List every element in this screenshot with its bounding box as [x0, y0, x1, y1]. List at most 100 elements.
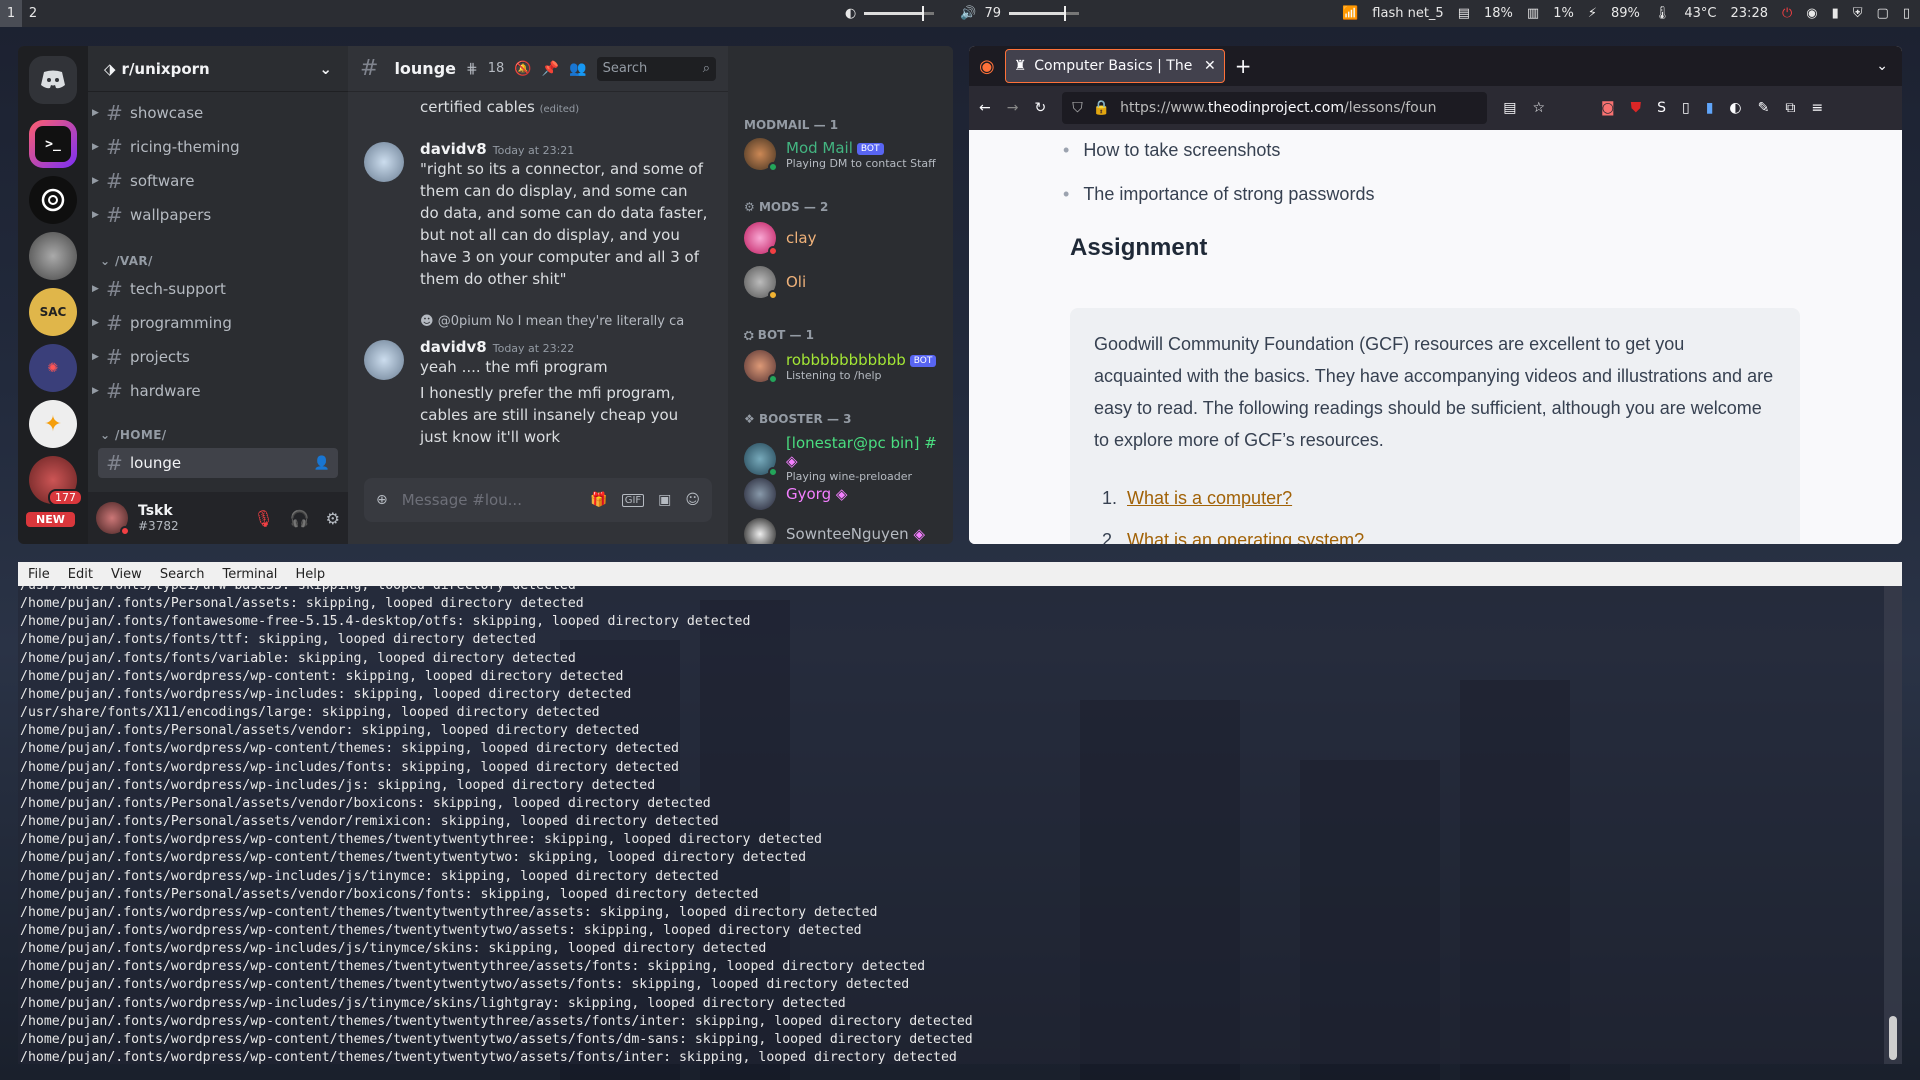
- terminal-line: /home/pujan/.fonts/wordpress/wp-includes…: [20, 868, 719, 884]
- server-photo-icon[interactable]: [29, 232, 77, 280]
- close-tab-icon[interactable]: ✕: [1204, 58, 1216, 74]
- firefox-view-icon[interactable]: ◉: [979, 56, 995, 77]
- forward-icon[interactable]: →: [1007, 100, 1019, 116]
- server-terminal-icon[interactable]: >_: [29, 120, 77, 168]
- channel-showcase[interactable]: ▶ # showcase: [92, 98, 338, 128]
- extension-pen-icon[interactable]: ✎: [1758, 100, 1770, 116]
- workspace-1[interactable]: 1: [0, 0, 22, 27]
- avatar: [744, 478, 776, 510]
- gift-icon[interactable]: 🎁: [590, 492, 607, 508]
- extension-blue-icon[interactable]: ▮: [1706, 100, 1714, 116]
- reply-reference[interactable]: ☻ @0pium No I mean they're literally ca: [420, 314, 710, 329]
- channel-hardware[interactable]: ▶ # hardware: [92, 376, 338, 406]
- discord-tray-icon[interactable]: ◉: [1806, 6, 1817, 21]
- extension-device-icon[interactable]: ▯: [1682, 100, 1690, 116]
- channel-ricing-theming[interactable]: ▶ # ricing-theming: [92, 132, 338, 162]
- threads-count: 18: [487, 61, 505, 76]
- channel-lounge[interactable]: # lounge 👤: [98, 448, 338, 478]
- member-lonestar[interactable]: [lonestar@pc bin] # ◈ Playing wine-preloa…: [744, 434, 953, 483]
- url-bar[interactable]: ⛉ 🔒 https://www.theodinproject.com/lesso…: [1062, 92, 1488, 124]
- terminal-scrollbar[interactable]: [1884, 586, 1902, 1064]
- discord-home-icon[interactable]: [29, 56, 77, 104]
- add-member-icon[interactable]: 👤: [314, 456, 330, 471]
- menu-file[interactable]: File: [28, 567, 50, 582]
- channel-wallpapers[interactable]: ▶ # wallpapers: [92, 200, 338, 230]
- mute-mic-icon[interactable]: 🎙: [253, 509, 273, 528]
- members-icon[interactable]: 👥: [569, 61, 586, 77]
- power-icon[interactable]: ⏻: [1782, 6, 1792, 21]
- server-openai-icon[interactable]: [29, 176, 77, 224]
- menu-help[interactable]: Help: [295, 567, 325, 582]
- avatar[interactable]: [364, 142, 404, 182]
- sticker-icon[interactable]: ▣: [658, 492, 671, 508]
- channel-software[interactable]: ▶ # software: [92, 166, 338, 196]
- member-modmail[interactable]: Mod Mail BOT Playing DM to contact Staff: [744, 138, 936, 172]
- threads-icon[interactable]: ⋕: [466, 61, 478, 77]
- workspace-2[interactable]: 2: [22, 6, 44, 21]
- search-input[interactable]: Search ⌕: [596, 56, 716, 81]
- brightness-icon: ◐: [845, 6, 857, 21]
- category-home[interactable]: ⌄ /HOME/: [100, 428, 167, 442]
- channel-tech-support[interactable]: ▶ # tech-support: [92, 274, 338, 304]
- settings-gear-icon[interactable]: ⚙: [326, 509, 340, 528]
- member-bot[interactable]: robbbbbbbbbbb BOT Listening to /help: [744, 350, 937, 384]
- pocket-icon[interactable]: ◙: [1601, 100, 1615, 116]
- server-purple-icon[interactable]: ✺: [29, 344, 77, 392]
- member-clay[interactable]: clay: [744, 222, 816, 256]
- extension-dark-icon[interactable]: ◐: [1729, 100, 1741, 116]
- lock-icon[interactable]: 🔒: [1093, 100, 1110, 116]
- extension-s-icon[interactable]: S: [1657, 100, 1666, 116]
- message-author[interactable]: davidv8: [420, 338, 487, 356]
- gif-icon[interactable]: GIF: [621, 493, 645, 507]
- member-gyorg[interactable]: Gyorg ◈: [744, 478, 847, 510]
- terminal-output[interactable]: /usr/share/fonts/type1/urw-base35: skipp…: [18, 586, 1884, 1064]
- tracking-shield-icon[interactable]: ⛉: [1072, 100, 1083, 116]
- member-sowntee[interactable]: SownteeNguyen ◈: [744, 518, 925, 544]
- menu-view[interactable]: View: [111, 567, 142, 582]
- mute-bell-icon[interactable]: 🔕: [514, 61, 531, 77]
- server-header[interactable]: ⬗ r/unixporn ⌄: [88, 46, 348, 92]
- pin-icon[interactable]: 📌: [542, 61, 559, 77]
- list-tabs-icon[interactable]: ⌄: [1876, 58, 1888, 74]
- new-badge[interactable]: NEW: [26, 512, 75, 527]
- message-2: davidv8 Today at 23:22 yeah .... the mfi …: [420, 338, 710, 448]
- volume-slider[interactable]: [1009, 6, 1080, 21]
- brightness-slider[interactable]: [864, 6, 935, 21]
- volume-icon: 🔊: [960, 6, 977, 21]
- reload-icon[interactable]: ↻: [1034, 100, 1046, 116]
- tab-active[interactable]: ♜ Computer Basics | The O ✕: [1004, 49, 1225, 83]
- link-what-is-a-computer[interactable]: What is a computer?: [1127, 488, 1292, 508]
- member-oli[interactable]: Oli: [744, 266, 806, 300]
- message-author[interactable]: davidv8: [420, 140, 487, 158]
- channel-projects[interactable]: ▶ # projects: [92, 342, 338, 372]
- headphones-icon[interactable]: 🎧: [290, 509, 310, 528]
- server-bird-icon[interactable]: ✦: [29, 400, 77, 448]
- window-tray-icon[interactable]: ▢: [1877, 6, 1889, 21]
- avatar[interactable]: [96, 502, 130, 536]
- menu-icon[interactable]: ≡: [1811, 100, 1823, 116]
- bookmark-star-icon[interactable]: ☆: [1532, 100, 1545, 116]
- message-input[interactable]: Message #lou...: [402, 491, 577, 509]
- terminal-window: File Edit View Search Terminal Help /usr…: [18, 562, 1902, 1064]
- avatar: [744, 266, 778, 300]
- add-attachment-icon[interactable]: ⊕: [376, 492, 388, 508]
- link-what-is-an-os[interactable]: What is an operating system?: [1127, 530, 1364, 544]
- scrollbar-thumb[interactable]: [1889, 1016, 1897, 1060]
- server-sac-icon[interactable]: SAC: [29, 288, 77, 336]
- memory-value: 18%: [1484, 6, 1513, 21]
- emoji-icon[interactable]: ☺: [685, 492, 700, 508]
- channel-programming[interactable]: ▶ # programming: [92, 308, 338, 338]
- boost-gem-icon: ◈: [785, 452, 798, 470]
- volume-value: 79: [984, 6, 1002, 21]
- ublock-icon[interactable]: ⛊: [1631, 100, 1642, 116]
- menu-terminal[interactable]: Terminal: [222, 567, 277, 582]
- extensions-icon[interactable]: ⧉: [1785, 100, 1795, 116]
- reader-view-icon[interactable]: ▤: [1503, 100, 1516, 116]
- category-var[interactable]: ⌄ /VAR/: [100, 254, 153, 268]
- back-icon[interactable]: ←: [979, 100, 991, 116]
- menu-search[interactable]: Search: [160, 567, 205, 582]
- new-tab-button[interactable]: +: [1235, 54, 1252, 78]
- menu-edit[interactable]: Edit: [68, 567, 93, 582]
- shield-tray-icon[interactable]: ⛨: [1853, 6, 1863, 21]
- avatar[interactable]: [364, 340, 404, 380]
